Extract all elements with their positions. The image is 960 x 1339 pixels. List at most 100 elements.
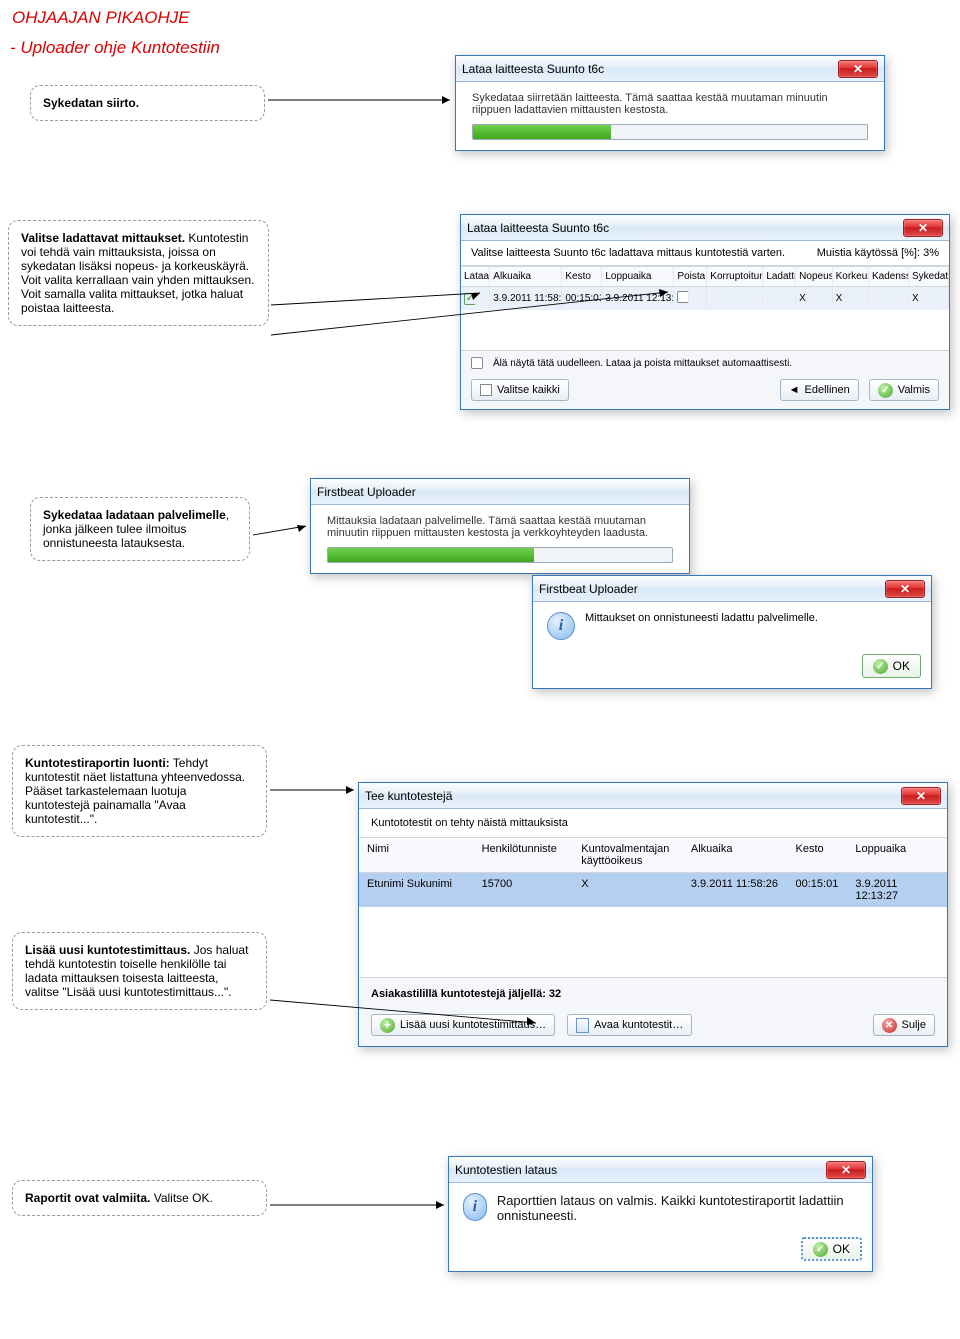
- dialog-siirto-title: Lataa laitteesta Suunto t6c: [462, 62, 604, 76]
- col-sykedata: Sykedata: [909, 267, 949, 286]
- dialog-kuntotestit-buttons: +Lisää uusi kuntotestimittaus… Avaa kunt…: [359, 1008, 947, 1046]
- cell-nopeus: X: [796, 289, 832, 308]
- col-korkeus: Korkeus: [833, 267, 869, 286]
- col-kayttooikeus: Kuntovalmentajan käyttöoikeus: [573, 838, 683, 872]
- close-button[interactable]: ✕Sulje: [873, 1014, 935, 1036]
- note6-body: Valitse OK.: [150, 1191, 212, 1205]
- dialog-success-body: i Mittaukset on onnistuneesti ladattu pa…: [533, 602, 931, 650]
- dialog-uploader-progress: Firstbeat Uploader Mittauksia ladataan p…: [310, 478, 690, 574]
- check-icon: ✓: [873, 659, 888, 674]
- open-tests-button[interactable]: Avaa kuntotestit…: [567, 1014, 692, 1036]
- done-button[interactable]: ✓ Valmis: [869, 379, 939, 401]
- note6-head: Raportit ovat valmiita.: [25, 1191, 150, 1205]
- checkbox-empty-icon[interactable]: [677, 291, 689, 303]
- col-kesto: Kesto: [562, 267, 602, 286]
- dialog-success-buttons: ✓ OK: [533, 650, 931, 688]
- dialog-siirto-body: Sykedataa siirretään laitteesta. Tämä sa…: [456, 82, 884, 150]
- info-icon: i: [463, 1193, 487, 1221]
- cell-lataa-checkbox[interactable]: ✓: [461, 289, 490, 309]
- dialog-uploader-titlebar[interactable]: Firstbeat Uploader: [311, 479, 689, 505]
- dont-show-label: Älä näytä tätä uudelleen. Lataa ja poist…: [493, 358, 792, 369]
- document-icon: [576, 1018, 589, 1033]
- note-lisaa-uusi: Lisää uusi kuntotestimittaus. Jos haluat…: [12, 932, 267, 1010]
- dialog-siirto-titlebar[interactable]: Lataa laitteesta Suunto t6c ✕: [456, 56, 884, 82]
- ok-button[interactable]: ✓OK: [801, 1237, 862, 1261]
- col-lataa: Lataa: [461, 267, 490, 286]
- cell-nimi: Etunimi Sukunimi: [359, 873, 474, 907]
- select-all-label: Valitse kaikki: [497, 384, 560, 396]
- done-label: Valmis: [898, 384, 930, 396]
- note-raportit-valmiita: Raportit ovat valmiita. Valitse OK.: [12, 1180, 267, 1216]
- note-raportin-luonti: Kuntotestiraportin luonti: Tehdyt kuntot…: [12, 745, 267, 837]
- progress-bar: [327, 547, 673, 563]
- dont-show-checkbox[interactable]: [471, 357, 483, 369]
- dialog-siirto: Lataa laitteesta Suunto t6c ✕ Sykedataa …: [455, 55, 885, 151]
- dialog-siirto-msg: Sykedataa siirretään laitteesta. Tämä sa…: [472, 92, 868, 116]
- add-measurement-button[interactable]: +Lisää uusi kuntotestimittaus…: [371, 1014, 555, 1036]
- close-icon[interactable]: ✕: [903, 219, 943, 237]
- dialog-kuntotestit-line: Kuntototestit on tehty näistä mittauksis…: [359, 809, 947, 838]
- close-icon[interactable]: ✕: [901, 787, 941, 805]
- dialog-kuntotestit-titlebar[interactable]: Tee kuntotestejä ✕: [359, 783, 947, 809]
- close-icon[interactable]: ✕: [838, 60, 878, 78]
- info-icon: i: [547, 612, 575, 640]
- col-loppuaika: Loppuaika: [602, 267, 674, 286]
- check-icon: ✓: [878, 383, 893, 398]
- cell-lopp: 3.9.2011 12:13:27: [847, 873, 947, 907]
- subhead-text: Valitse laitteesta Suunto t6c ladattava …: [471, 247, 785, 259]
- dialog-raportit: Kuntotestien lataus ✕ i Raporttien latau…: [448, 1156, 873, 1272]
- col-henkilotunniste: Henkilötunniste: [474, 838, 574, 872]
- col-kesto: Kesto: [788, 838, 848, 872]
- col-poista: Poista: [674, 267, 707, 286]
- dialog-success: Firstbeat Uploader ✕ i Mittaukset on onn…: [532, 575, 932, 689]
- table-row[interactable]: Etunimi Sukunimi 15700 X 3.9.2011 11:58:…: [359, 873, 947, 907]
- progress-bar: [472, 124, 868, 140]
- cell-poista-checkbox[interactable]: [674, 287, 707, 310]
- dialog-raportit-titlebar[interactable]: Kuntotestien lataus ✕: [449, 1157, 872, 1183]
- dialog-uploader-title: Firstbeat Uploader: [317, 485, 416, 499]
- dialog-mittaukset-title: Lataa laitteesta Suunto t6c: [467, 221, 609, 235]
- dialog-mittaukset-subhead: Valitse laitteesta Suunto t6c ladattava …: [461, 241, 949, 266]
- dialog-raportit-buttons: ✓OK: [449, 1233, 872, 1271]
- col-nimi: Nimi: [359, 838, 474, 872]
- note-sykedatan-siirto: Sykedatan siirto.: [30, 85, 265, 121]
- dialog-kuntotestit: Tee kuntotestejä ✕ Kuntototestit on teht…: [358, 782, 948, 1047]
- dialog-uploader-body: Mittauksia ladataan palvelimelle. Tämä s…: [311, 505, 689, 573]
- cell-korkeus: X: [833, 289, 869, 308]
- cell-kesto: 00:15:01: [562, 289, 602, 308]
- cell-henk: 15700: [474, 873, 574, 907]
- cell-kadenssi: [869, 295, 909, 303]
- subtitle-text: Uploader ohje Kuntotestiin: [20, 38, 219, 57]
- bullet: -: [10, 38, 20, 57]
- col-loppuaika: Loppuaika: [847, 838, 947, 872]
- open-label: Avaa kuntotestit…: [594, 1019, 683, 1031]
- previous-label: Edellinen: [805, 384, 850, 396]
- cell-sykedata: X: [909, 289, 949, 308]
- dialog-success-msg: Mittaukset on onnistuneesti ladattu palv…: [585, 612, 818, 624]
- dialog-mittaukset-titlebar[interactable]: Lataa laitteesta Suunto t6c ✕: [461, 215, 949, 241]
- checkbox-checked-icon[interactable]: ✓: [464, 293, 476, 305]
- plus-icon: +: [380, 1018, 395, 1033]
- cell-kayt: X: [573, 873, 683, 907]
- note4-head: Kuntotestiraportin luonti:: [25, 756, 170, 770]
- dialog-success-titlebar[interactable]: Firstbeat Uploader ✕: [533, 576, 931, 602]
- col-nopeus: Nopeus: [796, 267, 832, 286]
- ok-label: OK: [893, 659, 910, 673]
- arrow-left-icon: ◄: [789, 384, 800, 396]
- close-icon[interactable]: ✕: [885, 580, 925, 598]
- table-header: Nimi Henkilötunniste Kuntovalmentajan kä…: [359, 838, 947, 873]
- check-icon: ✓: [813, 1242, 828, 1257]
- close-icon[interactable]: ✕: [826, 1161, 866, 1179]
- table-row[interactable]: ✓ 3.9.2011 11:58:26 00:15:01 3.9.2011 12…: [461, 287, 949, 310]
- cell-korrupt: [707, 295, 763, 303]
- cell-alk: 3.9.2011 11:58:26: [683, 873, 788, 907]
- note1-text: Sykedatan siirto.: [43, 96, 139, 110]
- note5-head: Lisää uusi kuntotestimittaus.: [25, 943, 190, 957]
- previous-button[interactable]: ◄ Edellinen: [780, 379, 859, 401]
- dialog-mittaukset-footer2: Valitse kaikki ◄ Edellinen ✓ Valmis: [461, 375, 949, 409]
- dialog-mittaukset-footer1: Älä näytä tätä uudelleen. Lataa ja poist…: [461, 350, 949, 375]
- note3-head: Sykedataa ladataan palvelimelle: [43, 508, 226, 522]
- dialog-mittaukset: Lataa laitteesta Suunto t6c ✕ Valitse la…: [460, 214, 950, 410]
- select-all-button[interactable]: Valitse kaikki: [471, 379, 569, 401]
- ok-button[interactable]: ✓ OK: [862, 654, 921, 678]
